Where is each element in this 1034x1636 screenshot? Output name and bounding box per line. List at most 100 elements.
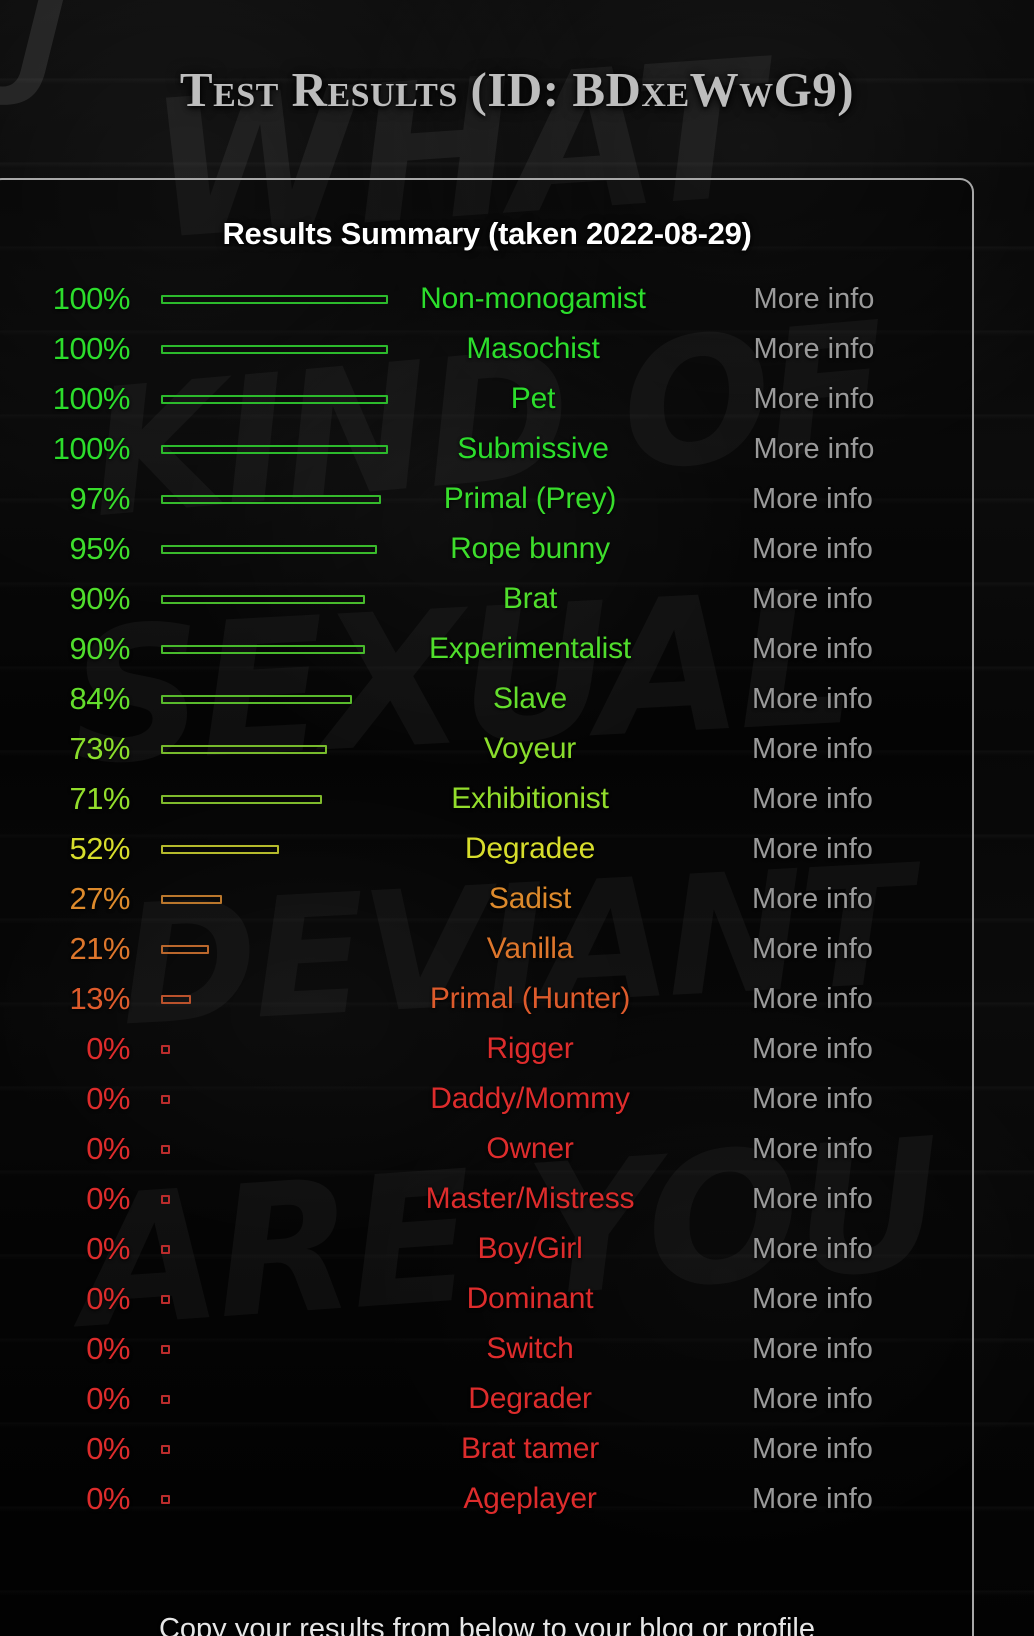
result-row: 100% Pet More info bbox=[2, 374, 972, 424]
result-bar-track bbox=[130, 544, 385, 554]
result-bar-fill bbox=[161, 1444, 170, 1454]
result-label: Dominant bbox=[466, 1282, 594, 1315]
result-row: 90% Experimentalist More info bbox=[2, 624, 972, 674]
result-percent: 0% bbox=[86, 1431, 130, 1466]
more-info-link[interactable]: More info bbox=[675, 833, 972, 866]
result-row: 0% Rigger More info bbox=[2, 1024, 972, 1074]
more-info-link[interactable]: More info bbox=[675, 983, 972, 1016]
more-info-link[interactable]: More info bbox=[675, 1233, 972, 1266]
result-label: Sadist bbox=[488, 882, 572, 915]
result-label: Brat bbox=[502, 582, 558, 615]
result-bar-track bbox=[130, 1444, 385, 1454]
more-info-link[interactable]: More info bbox=[675, 1483, 972, 1516]
result-bar-fill bbox=[161, 1494, 170, 1504]
result-bar-track bbox=[130, 444, 388, 454]
result-bar-fill bbox=[161, 1244, 170, 1254]
result-bar-track bbox=[130, 644, 385, 654]
result-label: Rigger bbox=[486, 1032, 574, 1065]
more-info-link[interactable]: More info bbox=[675, 883, 972, 916]
result-label: Experimentalist bbox=[428, 632, 632, 665]
result-percent: 95% bbox=[69, 531, 130, 566]
more-info-link[interactable]: More info bbox=[675, 933, 972, 966]
result-percent: 0% bbox=[86, 1281, 130, 1316]
result-label: Owner bbox=[486, 1132, 574, 1165]
result-row: 0% Ageplayer More info bbox=[2, 1474, 972, 1524]
result-row: 0% Boy/Girl More info bbox=[2, 1224, 972, 1274]
result-label: Exhibitionist bbox=[451, 782, 609, 815]
result-label: Degrader bbox=[468, 1382, 592, 1415]
result-bar-track bbox=[130, 1294, 385, 1304]
result-bar-fill bbox=[161, 394, 388, 404]
result-row: 0% Dominant More info bbox=[2, 1274, 972, 1324]
result-label: Ageplayer bbox=[463, 1482, 597, 1515]
result-percent: 71% bbox=[69, 781, 130, 816]
result-row: 0% Degrader More info bbox=[2, 1374, 972, 1424]
more-info-link[interactable]: More info bbox=[675, 733, 972, 766]
result-percent: 13% bbox=[69, 981, 130, 1016]
more-info-link[interactable]: More info bbox=[675, 683, 972, 716]
result-label: Submissive bbox=[457, 432, 609, 465]
more-info-link[interactable]: More info bbox=[675, 633, 972, 666]
result-bar-fill bbox=[161, 1044, 170, 1054]
result-bar-fill bbox=[161, 1294, 170, 1304]
result-row: 100% Masochist More info bbox=[2, 324, 972, 374]
result-percent: 0% bbox=[86, 1331, 130, 1366]
result-bar-fill bbox=[161, 344, 388, 354]
result-label: Switch bbox=[486, 1332, 574, 1365]
results-table: 100% Non-monogamist More info 100% Masochist… bbox=[0, 274, 972, 1524]
result-row: 0% Switch More info bbox=[2, 1324, 972, 1374]
result-bar-track bbox=[130, 394, 388, 404]
result-percent: 0% bbox=[86, 1031, 130, 1066]
result-bar-track bbox=[130, 594, 385, 604]
more-info-link[interactable]: More info bbox=[675, 583, 972, 616]
result-label: Primal (Hunter) bbox=[429, 982, 631, 1015]
more-info-link[interactable]: More info bbox=[678, 283, 972, 316]
result-bar-fill bbox=[161, 894, 222, 904]
result-row: 21% Vanilla More info bbox=[2, 924, 972, 974]
more-info-link[interactable]: More info bbox=[675, 1333, 972, 1366]
result-bar-track bbox=[130, 744, 385, 754]
result-bar-fill bbox=[161, 844, 279, 854]
result-row: 73% Voyeur More info bbox=[2, 724, 972, 774]
result-bar-fill bbox=[161, 1194, 170, 1204]
result-label: Primal (Prey) bbox=[443, 482, 617, 515]
result-row: 13% Primal (Hunter) More info bbox=[2, 974, 972, 1024]
more-info-link[interactable]: More info bbox=[675, 483, 972, 516]
more-info-link[interactable]: More info bbox=[675, 1133, 972, 1166]
result-bar-fill bbox=[161, 1094, 170, 1104]
more-info-link[interactable]: More info bbox=[678, 433, 972, 466]
result-percent: 0% bbox=[86, 1231, 130, 1266]
result-label: Slave bbox=[492, 682, 568, 715]
more-info-link[interactable]: More info bbox=[675, 1033, 972, 1066]
result-bar-track bbox=[130, 944, 385, 954]
result-row: 90% Brat More info bbox=[2, 574, 972, 624]
result-row: 100% Submissive More info bbox=[2, 424, 972, 474]
result-label: Pet bbox=[510, 382, 556, 415]
more-info-link[interactable]: More info bbox=[675, 533, 972, 566]
result-percent: 90% bbox=[69, 581, 130, 616]
result-row: 0% Master/Mistress More info bbox=[2, 1174, 972, 1224]
more-info-link[interactable]: More info bbox=[675, 783, 972, 816]
more-info-link[interactable]: More info bbox=[678, 333, 972, 366]
result-label: Masochist bbox=[466, 332, 600, 365]
result-label: Daddy/Mommy bbox=[430, 1082, 630, 1115]
result-bar-track bbox=[130, 1044, 385, 1054]
more-info-link[interactable]: More info bbox=[678, 383, 972, 416]
result-bar-track bbox=[130, 1094, 385, 1104]
result-bar-track bbox=[130, 1394, 385, 1404]
result-row: 0% Daddy/Mommy More info bbox=[2, 1074, 972, 1124]
more-info-link[interactable]: More info bbox=[675, 1283, 972, 1316]
result-row: 0% Owner More info bbox=[2, 1124, 972, 1174]
result-bar-track bbox=[130, 494, 385, 504]
more-info-link[interactable]: More info bbox=[675, 1383, 972, 1416]
result-percent: 100% bbox=[52, 381, 131, 416]
result-percent: 52% bbox=[69, 831, 130, 866]
result-bar-track bbox=[130, 894, 385, 904]
result-bar-fill bbox=[161, 494, 381, 504]
result-bar-fill bbox=[161, 994, 191, 1004]
result-row: 100% Non-monogamist More info bbox=[2, 274, 972, 324]
more-info-link[interactable]: More info bbox=[675, 1433, 972, 1466]
more-info-link[interactable]: More info bbox=[675, 1183, 972, 1216]
result-percent: 0% bbox=[86, 1181, 130, 1216]
more-info-link[interactable]: More info bbox=[675, 1083, 972, 1116]
